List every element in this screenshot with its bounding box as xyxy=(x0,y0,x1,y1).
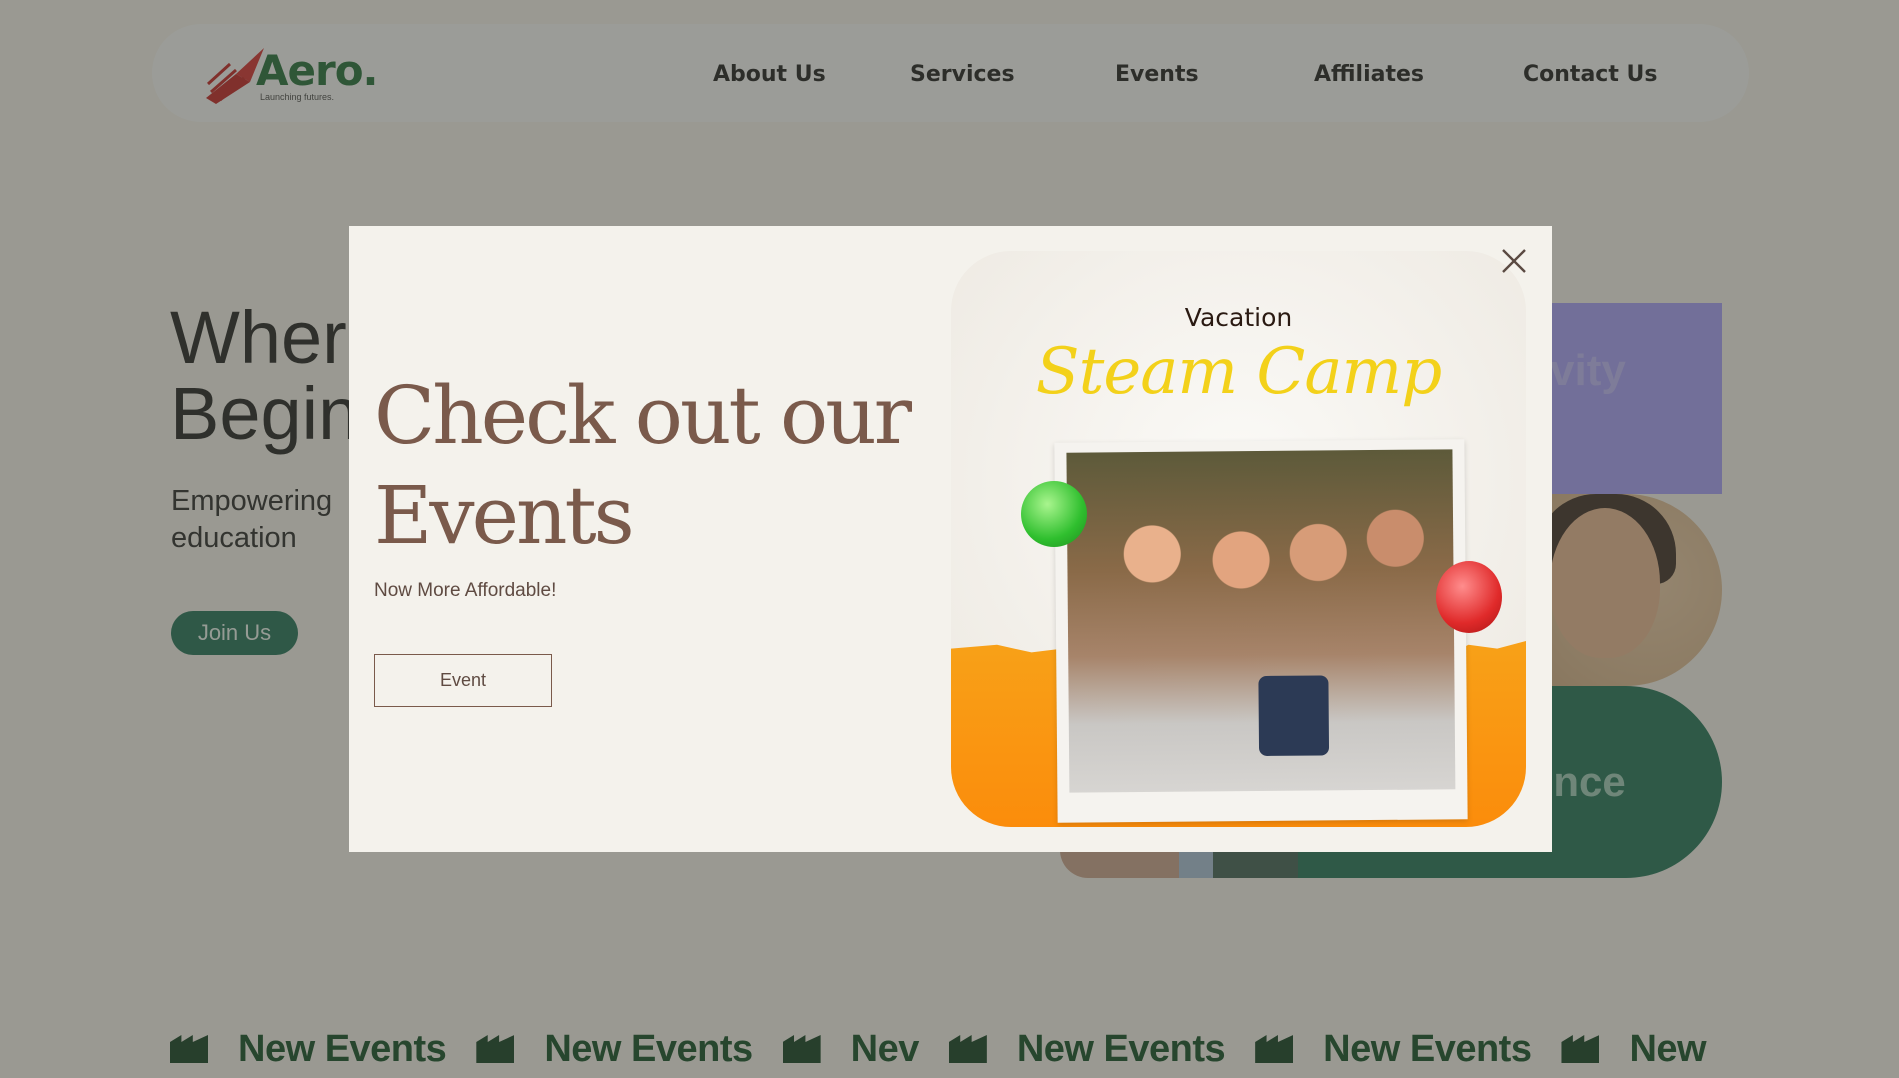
red-balloon-decoration xyxy=(1436,561,1502,633)
poster-script-title: Steam Camp xyxy=(1035,335,1442,409)
poster-photo-frame xyxy=(1054,439,1468,823)
close-modal-button[interactable] xyxy=(1499,246,1529,276)
modal-title: Check out our Events xyxy=(374,366,912,566)
poster-heading: Vacation xyxy=(1184,303,1293,332)
close-icon xyxy=(1502,249,1526,273)
event-button[interactable]: Event xyxy=(374,654,552,707)
events-popup-modal: Check out our Events Now More Affordable… xyxy=(349,226,1552,852)
students-robotics-photo xyxy=(1066,449,1456,793)
modal-subtitle: Now More Affordable! xyxy=(374,580,557,601)
robot-model-shape xyxy=(1258,675,1330,757)
steam-camp-poster: Vacation Steam Camp xyxy=(951,251,1526,827)
modal-title-line1: Check out our xyxy=(374,369,912,462)
green-balloon-decoration xyxy=(1021,481,1087,547)
modal-title-line2: Events xyxy=(374,469,635,562)
